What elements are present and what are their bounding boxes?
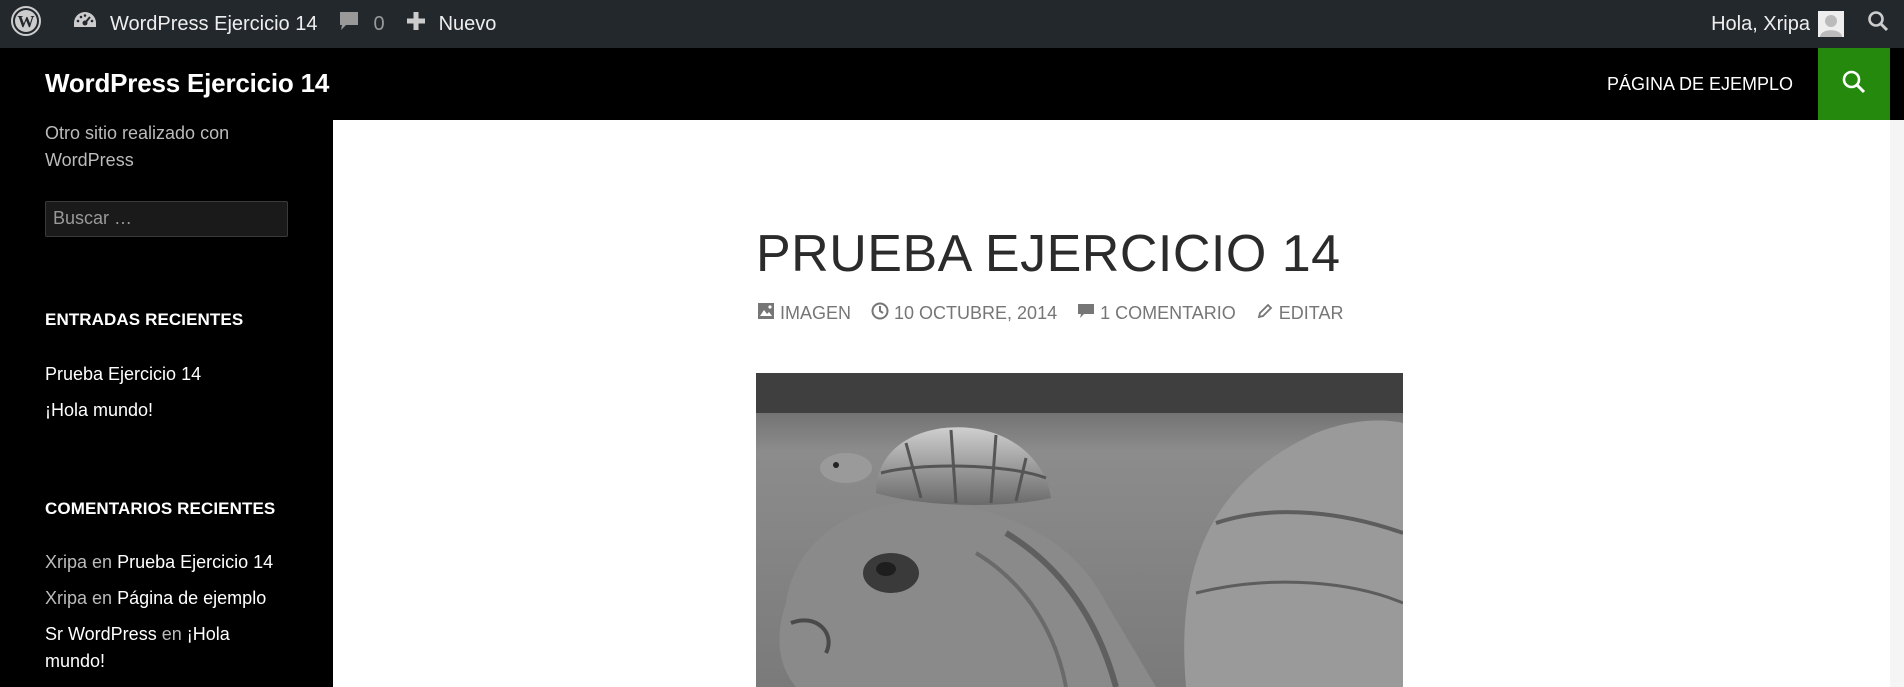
comments-count: 0 (373, 12, 385, 35)
recent-comments-title: COMENTARIOS RECIENTES (45, 499, 276, 518)
recent-comment-item: Sr WordPress en ¡Hola mundo! (45, 621, 285, 675)
adminbar-search-button[interactable] (1852, 0, 1904, 48)
greeting-label: Hola, Xripa (1711, 12, 1810, 35)
primary-menu: PÁGINA DE EJEMPLO (1607, 48, 1813, 120)
post-date-label: 10 OCTUBRE, 2014 (894, 303, 1058, 323)
comment-separator: en (92, 552, 113, 572)
clock-icon (871, 302, 894, 325)
site-name-menu[interactable]: WordPress Ejercicio 14 (62, 0, 327, 48)
post-date-link[interactable]: 10 OCTUBRE, 2014 (871, 302, 1057, 325)
menu-item-pagina-de-ejemplo[interactable]: PÁGINA DE EJEMPLO (1607, 74, 1793, 95)
new-label: Nuevo (438, 12, 497, 35)
dashboard-icon (72, 9, 110, 39)
entry-meta: IMAGEN 10 OCTUBRE, 2014 1 COMENTARIO EDI… (757, 302, 1363, 325)
site-title[interactable]: WordPress Ejercicio 14 (45, 68, 329, 99)
recent-comment-item: Xripa en Prueba Ejercicio 14 (45, 549, 285, 576)
comment-separator: en (161, 624, 182, 644)
comments-menu[interactable]: 0 (327, 0, 394, 48)
comment-icon (1077, 302, 1100, 325)
recent-posts-title: ENTRADAS RECIENTES (45, 310, 244, 329)
comment-post-link[interactable]: Prueba Ejercicio 14 (117, 552, 273, 572)
comment-author-link[interactable]: Sr WordPress (45, 624, 157, 644)
recent-post-link[interactable]: Prueba Ejercicio 14 (45, 364, 201, 385)
comment-author: Xripa (45, 552, 88, 572)
post-edit-label: EDITAR (1278, 303, 1344, 323)
post-format-label: IMAGEN (780, 303, 852, 323)
main-content: PRUEBA EJERCICIO 14 IMAGEN 10 OCTUBRE, 2… (333, 120, 1890, 687)
post-edit-link[interactable]: EDITAR (1256, 302, 1344, 325)
recent-comment-item: Xripa en Página de ejemplo (45, 585, 285, 612)
right-edge (1890, 120, 1904, 687)
admin-bar: W WordPress Ejercicio 14 0 Nuevo Hola, X… (0, 0, 1904, 48)
search-toggle-button[interactable] (1818, 48, 1890, 120)
wordpress-logo-menu[interactable]: W (0, 0, 62, 48)
post-format-link[interactable]: IMAGEN (757, 302, 851, 325)
post-image[interactable] (756, 373, 1403, 687)
comment-icon (337, 9, 373, 39)
search-input[interactable]: Buscar … (45, 201, 288, 237)
comment-post-link[interactable]: Página de ejemplo (117, 588, 266, 608)
comment-author: Xripa (45, 588, 88, 608)
avatar (1818, 11, 1844, 37)
sidebar: Otro sitio realizado con WordPress Busca… (0, 120, 333, 687)
turtle-photo (756, 373, 1403, 687)
plus-icon (405, 10, 439, 38)
post-comments-label: 1 COMENTARIO (1100, 303, 1236, 323)
svg-text:W: W (18, 12, 35, 31)
post-title[interactable]: PRUEBA EJERCICIO 14 (756, 224, 1341, 284)
wordpress-logo-icon: W (10, 5, 42, 43)
post-comments-link[interactable]: 1 COMENTARIO (1077, 302, 1236, 325)
search-icon (1840, 68, 1868, 101)
new-content-menu[interactable]: Nuevo (395, 0, 507, 48)
recent-post-link[interactable]: ¡Hola mundo! (45, 400, 153, 421)
my-account-menu[interactable]: Hola, Xripa (1701, 0, 1852, 48)
site-header: WordPress Ejercicio 14 PÁGINA DE EJEMPLO (0, 48, 1904, 120)
site-description: Otro sitio realizado con WordPress (45, 123, 230, 170)
pencil-icon (1256, 302, 1279, 325)
site-name-label: WordPress Ejercicio 14 (110, 12, 318, 35)
image-format-icon (757, 302, 780, 325)
search-icon (1866, 9, 1890, 39)
comment-separator: en (92, 588, 113, 608)
